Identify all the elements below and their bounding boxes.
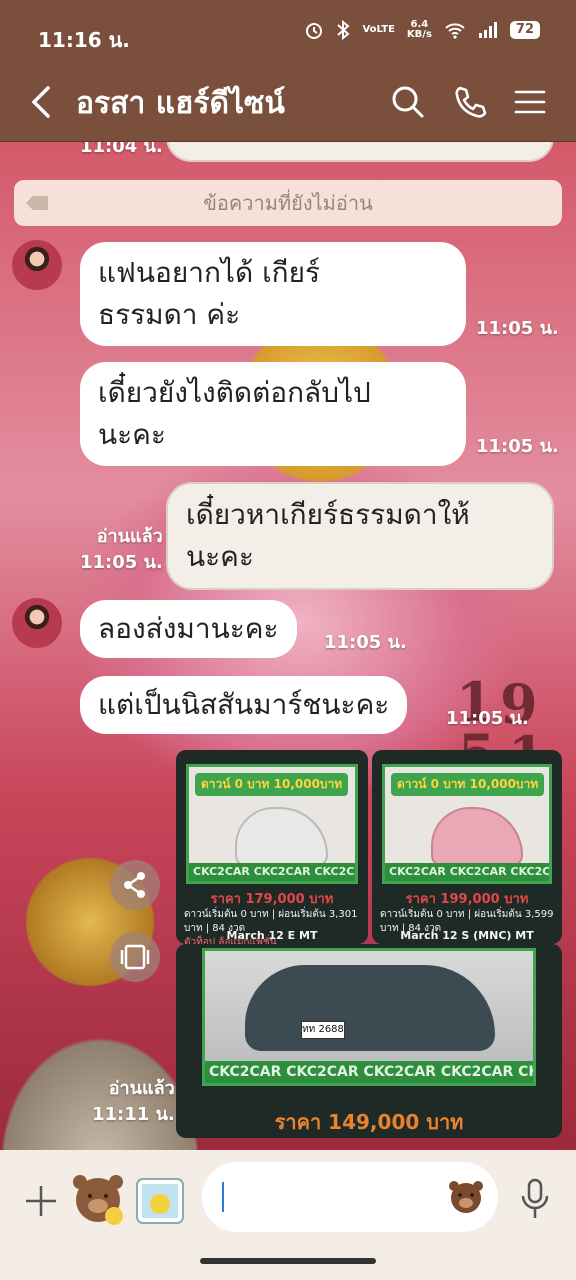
share-button[interactable]: [110, 860, 160, 910]
menu-icon[interactable]: [510, 82, 550, 122]
message-time: 11:05 น.: [80, 552, 163, 573]
car-shape: [245, 965, 495, 1051]
watermark-strip: CKC2CAR CKC2CAR CKC2CAR CKC2: [189, 863, 355, 881]
album-button[interactable]: [110, 932, 160, 982]
home-indicator[interactable]: [200, 1258, 376, 1264]
alarm-icon: [306, 23, 323, 39]
sticker-bear-icon[interactable]: [70, 1170, 126, 1228]
car-price: ราคา 149,000 บาท: [274, 1110, 464, 1134]
car-shape: [235, 807, 329, 867]
battery-indicator: 72: [509, 21, 540, 39]
avatar[interactable]: [12, 598, 62, 648]
message-text: นะคะ: [186, 540, 254, 573]
bluetooth-icon: [337, 20, 351, 40]
car-price: ราคา 179,000 บาท: [210, 892, 334, 907]
gallery-icon: [120, 944, 150, 970]
car-photo: ดาวน์ 0 บาท 10,000บาท CKC2CAR CKC2CAR CK…: [382, 764, 552, 884]
status-icons: VoLTE 6.4 KB/s 72: [304, 20, 540, 40]
read-receipt: อ่านแล้ว: [96, 526, 163, 547]
license-plate: ทท 2688: [301, 1021, 345, 1039]
avatar[interactable]: [12, 240, 62, 290]
car-shape: [430, 807, 523, 867]
car-model: March 12 E MT: [226, 929, 318, 942]
message-bubble[interactable]: แฟนอยากได้ เกียร์ ธรรมดา ค่ะ: [80, 242, 466, 346]
message-bubble[interactable]: เดี๋ยวยังไงติดต่อกลับไป นะคะ: [80, 362, 466, 466]
message-time: 11:05 น.: [324, 632, 407, 653]
unread-label: ข้อความที่ยังไม่อ่าน: [203, 191, 373, 215]
message-time: 11:11 น.: [92, 1104, 175, 1125]
unread-divider: ข้อความที่ยังไม่อ่าน: [14, 180, 562, 226]
read-receipt: อ่านแล้ว: [108, 1078, 175, 1099]
text-caret: [222, 1182, 224, 1212]
wifi-icon: [445, 23, 465, 39]
message-read-status: อ่านแล้ว 11:05 น.: [80, 524, 163, 576]
message-bubble[interactable]: แต่เป็นนิสสันมาร์ชนะคะ: [80, 676, 408, 734]
message-time: 11:05 น.: [476, 436, 559, 457]
status-time: 11:16 น.: [38, 28, 130, 52]
back-arrow-icon[interactable]: [26, 82, 60, 122]
gallery-photo-icon[interactable]: [134, 1176, 186, 1226]
car-photo: ดาวน์ 0 บาท 10,000บาท CKC2CAR CKC2CAR CK…: [186, 764, 358, 884]
message-text: ธรรมดา ค่ะ: [98, 298, 241, 331]
watermark-strip: CKC2CAR CKC2CAR CKC2CAR CKC2CAR CKC2: [205, 1061, 533, 1083]
message-time: 11:04 น.: [80, 142, 163, 157]
microphone-icon[interactable]: [520, 1178, 550, 1220]
message-read-status: อ่านแล้ว 11:11 น.: [92, 1076, 175, 1128]
share-icon: [124, 872, 145, 898]
message-input[interactable]: [202, 1162, 498, 1232]
car-price: ราคา 199,000 บาท: [405, 892, 529, 907]
message-text: แต่เป็นนิสสันมาร์ชนะคะ: [98, 688, 390, 721]
tag-icon: [26, 196, 48, 210]
volte-indicator: VoLTE: [362, 24, 395, 35]
phone-icon[interactable]: [450, 82, 490, 122]
message-text: เดี๋ยวยังไงติดต่อกลับไป: [98, 376, 371, 409]
emoji-icon[interactable]: [446, 1176, 486, 1216]
plus-icon[interactable]: [24, 1184, 58, 1218]
message-text: เดี๋ยวหาเกียร์ธรรมดาให้: [186, 498, 470, 531]
promo-badge: ดาวน์ 0 บาท 10,000บาท: [195, 773, 349, 796]
car-image-card[interactable]: ดาวน์ 0 บาท 10,000บาท CKC2CAR CKC2CAR CK…: [176, 750, 368, 944]
message-text: แฟนอยากได้ เกียร์: [98, 256, 321, 289]
chat-header: อรสา แฮร์ดีไซน์: [0, 66, 576, 142]
message-bubble-mine[interactable]: เดี๋ยวหาเกียร์ธรรมดาให้ นะคะ: [166, 482, 554, 590]
network-speed: 6.4 KB/s: [406, 19, 432, 40]
car-photo: ทท 2688 CKC2CAR CKC2CAR CKC2CAR CKC2CAR …: [202, 948, 536, 1086]
car-image-card[interactable]: ทท 2688 CKC2CAR CKC2CAR CKC2CAR CKC2CAR …: [176, 944, 562, 1138]
message-bubble-partial[interactable]: [166, 142, 554, 162]
search-icon[interactable]: [388, 82, 428, 122]
message-text: ลองส่งมานะคะ: [98, 612, 279, 645]
watermark-strip: CKC2CAR CKC2CAR CKC2CAR CKC2: [385, 863, 549, 881]
status-bar: 11:16 น. VoLTE 6.4 KB/s 72: [0, 0, 576, 66]
chat-title: อรสา แฮร์ดีไซน์: [76, 86, 285, 121]
car-image-card[interactable]: ดาวน์ 0 บาท 10,000บาท CKC2CAR CKC2CAR CK…: [372, 750, 562, 944]
message-time: 11:05 น.: [446, 708, 529, 729]
message-text: นะคะ: [98, 418, 166, 451]
promo-badge: ดาวน์ 0 บาท 10,000บาท: [391, 773, 545, 796]
chat-area[interactable]: 1 9 5 1 11:04 น. ข้อความที่ยังไม่อ่าน แฟ…: [0, 142, 576, 1150]
signal-icon: [478, 22, 497, 38]
message-bubble[interactable]: ลองส่งมานะคะ: [80, 600, 297, 658]
car-model: March 12 S (MNC) MT: [400, 929, 534, 942]
message-time: 11:05 น.: [476, 318, 559, 339]
